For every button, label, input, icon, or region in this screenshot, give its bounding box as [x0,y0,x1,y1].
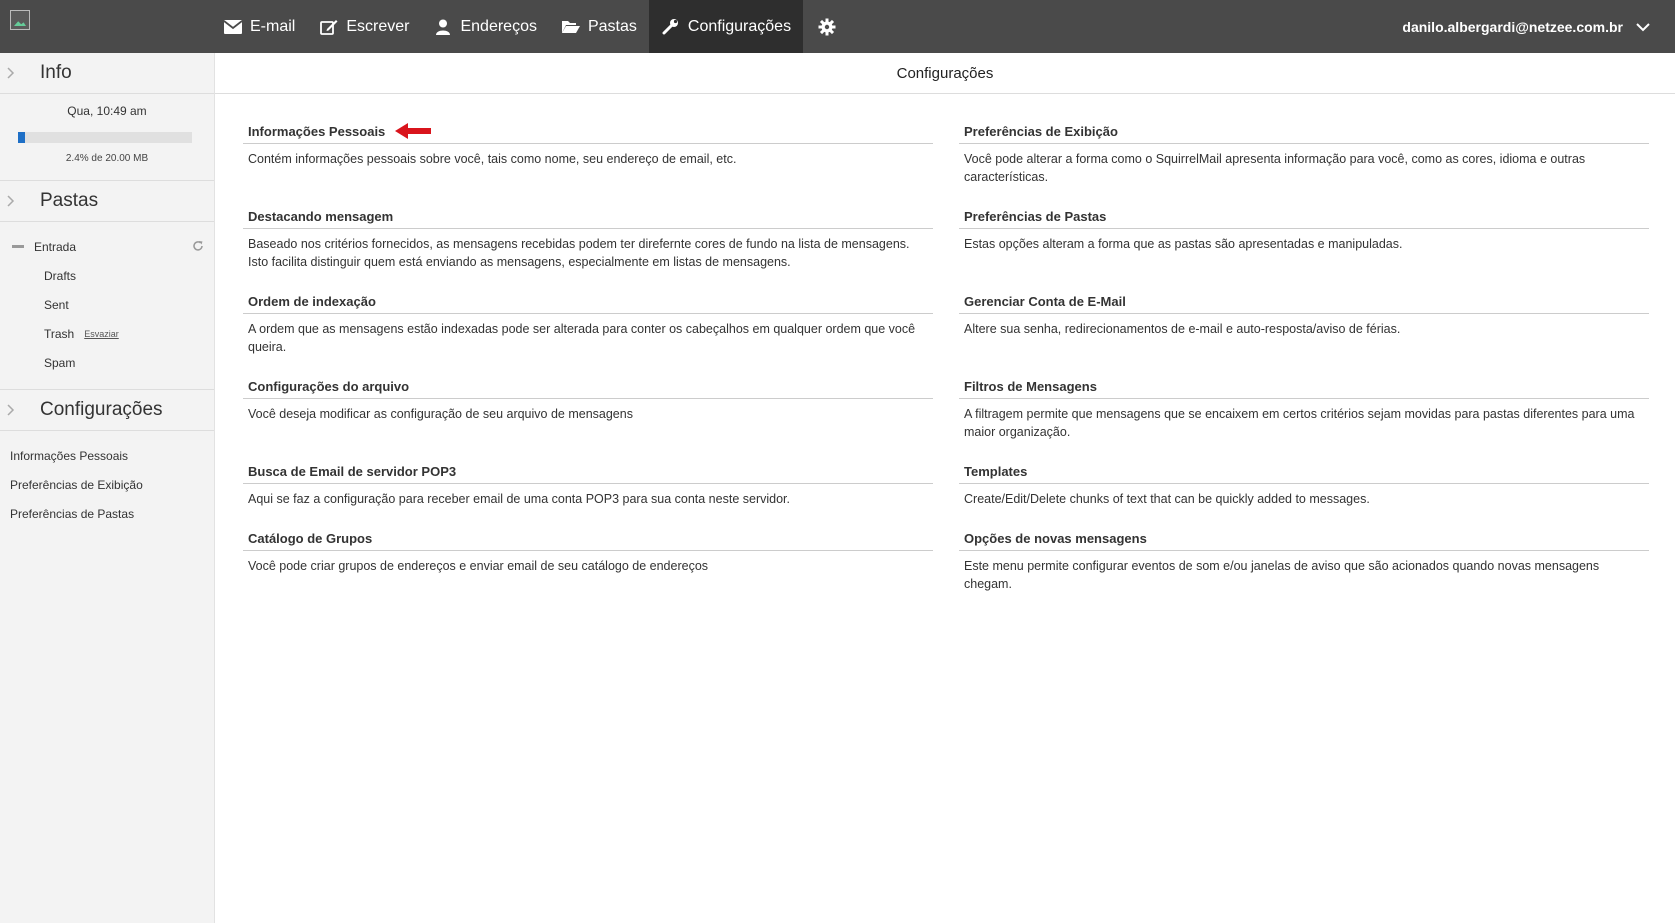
option-title[interactable]: Opções de novas mensagens [959,530,1649,551]
option-archive-settings: Configurações do arquivo Você deseja mod… [243,378,933,423]
folder-spam-label: Spam [44,355,76,370]
nav-settings-label: Configurações [687,17,792,35]
option-description: Contém informações pessoais sobre você, … [248,152,737,166]
sidebar-section-info[interactable]: Info [0,53,214,93]
option-title[interactable]: Filtros de Mensagens [959,378,1649,399]
option-manage-account: Gerenciar Conta de E-Mail Altere sua sen… [959,293,1649,338]
folder-drafts[interactable]: Drafts [0,261,214,290]
option-description: Altere sua senha, redirecionamentos de e… [964,322,1401,336]
nav-compose-label: Escrever [346,17,410,35]
option-templates: Templates Create/Edit/Delete chunks of t… [959,463,1649,508]
nav-addresses-label: Endereços [460,17,537,35]
chevron-right-icon [7,67,15,79]
user-icon [433,18,453,36]
folder-inbox-label: Entrada [34,239,77,254]
nav-folders[interactable]: Pastas [549,0,649,53]
option-title[interactable]: Busca de Email de servidor POP3 [243,463,933,484]
refresh-icon[interactable] [192,240,204,252]
sidebar: Info Qua, 10:49 am 2.4% de 20.00 MB Past… [0,53,215,923]
option-description: Create/Edit/Delete chunks of text that c… [964,492,1370,506]
option-title[interactable]: Destacando mensagem [243,208,933,229]
option-description: Estas opções alteram a forma que as past… [964,237,1403,251]
nav-email-label: E-mail [250,17,296,35]
folder-spam[interactable]: Spam [0,348,214,377]
option-title[interactable]: Templates [959,463,1649,484]
settings-link-display-prefs[interactable]: Preferências de Exibição [0,470,214,499]
folder-open-icon [561,18,581,36]
settings-gear-button[interactable] [803,0,851,53]
main-nav: E-mail Escrever Endereços Pastas Configu… [211,0,851,53]
option-group-catalog: Catálogo de Grupos Você pode criar grupo… [243,530,933,575]
folder-drafts-label: Drafts [44,268,77,283]
option-title[interactable]: Preferências de Exibição [959,123,1649,144]
sidebar-section-settings[interactable]: Configurações [0,390,214,430]
nav-settings[interactable]: Configurações [648,0,804,53]
nav-email[interactable]: E-mail [211,0,307,53]
settings-links: Informações Pessoais Preferências de Exi… [0,441,214,528]
option-title[interactable]: Preferências de Pastas [959,208,1649,229]
folder-sent[interactable]: Sent [0,290,214,319]
option-title[interactable]: Informações Pessoais [243,123,933,144]
info-title: Info [40,62,72,83]
nav-addresses[interactable]: Endereços [421,0,549,53]
option-index-order: Ordem de indexação A ordem que as mensag… [243,293,933,356]
divider [0,430,214,431]
option-description: Baseado nos critérios fornecidos, as men… [248,237,910,269]
settings-title: Configurações [40,399,163,420]
option-description: Você pode alterar a forma como o Squirre… [964,152,1586,184]
settings-link-personal-info[interactable]: Informações Pessoais [0,441,214,470]
wrench-icon [661,18,681,36]
main-content: Configurações Informações Pessoais Conté… [215,53,1675,923]
option-new-mail: Opções de novas mensagens Este menu perm… [959,530,1649,593]
option-description: Você deseja modificar as configuração de… [248,407,633,421]
option-description: A ordem que as mensagens estão indexadas… [248,322,916,354]
user-email: danilo.albergardi@netzee.com.br [1402,18,1623,35]
envelope-icon [223,18,243,36]
settings-link-folder-prefs[interactable]: Preferências de Pastas [0,499,214,528]
quota-bar [18,132,192,143]
edit-icon [319,18,339,36]
folders-title: Pastas [40,190,99,211]
collapse-icon[interactable] [12,245,24,248]
sidebar-section-folders[interactable]: Pastas [0,181,214,221]
option-title[interactable]: Catálogo de Grupos [243,530,933,551]
page-title: Configurações [215,53,1675,94]
chevron-right-icon [7,195,15,207]
option-message-filters: Filtros de Mensagens A filtragem permite… [959,378,1649,441]
gear-icon [817,18,837,36]
option-description: A filtragem permite que mensagens que se… [964,407,1635,439]
folder-trash-label: Trash [44,326,75,341]
red-arrow-icon [395,123,432,139]
user-menu[interactable]: danilo.albergardi@netzee.com.br [1402,0,1651,53]
option-title[interactable]: Gerenciar Conta de E-Mail [959,293,1649,314]
divider [0,93,214,94]
nav-folders-label: Pastas [587,17,637,35]
top-bar: E-mail Escrever Endereços Pastas Configu… [0,0,1675,53]
folder-inbox[interactable]: Entrada [0,232,214,261]
chevron-down-icon [1635,19,1651,35]
option-folder-prefs: Preferências de Pastas Estas opções alte… [959,208,1649,253]
quota-bar-fill [18,132,25,143]
option-display-prefs: Preferências de Exibição Você pode alter… [959,123,1649,186]
option-highlight-message: Destacando mensagem Baseado nos critério… [243,208,933,271]
option-personal-info: Informações Pessoais Contém informações … [243,123,933,168]
divider [0,221,214,222]
quota-text: 2.4% de 20.00 MB [65,153,149,164]
current-datetime: Qua, 10:49 am [67,104,147,118]
option-pop3-fetch: Busca de Email de servidor POP3 Aqui se … [243,463,933,508]
nav-compose[interactable]: Escrever [307,0,421,53]
option-description: Aqui se faz a configuração para receber … [248,492,790,506]
option-title[interactable]: Ordem de indexação [243,293,933,314]
chevron-right-icon [7,404,15,416]
option-description: Este menu permite configurar eventos de … [964,559,1600,591]
option-title-text: Informações Pessoais [248,123,386,139]
logo-image[interactable] [10,10,30,30]
folder-sent-label: Sent [44,297,69,312]
option-title[interactable]: Configurações do arquivo [243,378,933,399]
option-description: Você pode criar grupos de endereços e en… [248,559,709,573]
folder-trash[interactable]: Trash Esvaziar [0,319,214,348]
empty-trash-link[interactable]: Esvaziar [84,329,119,339]
